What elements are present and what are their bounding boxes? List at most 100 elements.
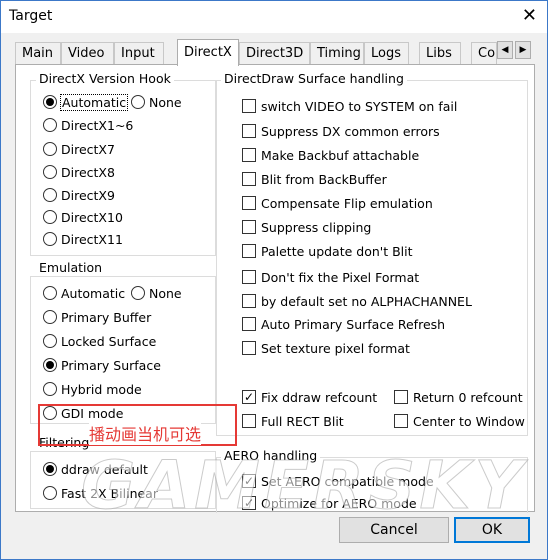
version-dx8-radio[interactable]: DirectX8 xyxy=(43,163,115,181)
ddraw-option-checkbox[interactable]: Palette update don't Blit xyxy=(242,242,413,260)
version-dx7-radio[interactable]: DirectX7 xyxy=(43,140,115,158)
checkbox-box xyxy=(242,172,256,186)
ddraw-option-checkbox[interactable]: Auto Primary Surface Refresh xyxy=(242,315,445,333)
ddraw-option-checkbox[interactable]: switch VIDEO to SYSTEM on fail xyxy=(242,97,457,115)
arrow-right-icon[interactable]: ▶ xyxy=(515,41,531,59)
version-dx11-radio[interactable]: DirectX11 xyxy=(43,230,123,248)
ddraw-option-checkbox[interactable]: Make Backbuf attachable xyxy=(242,146,419,164)
ok-button[interactable]: OK xyxy=(454,517,530,543)
tab-logs[interactable]: Logs xyxy=(364,42,409,65)
radio-label: Fast 2X Bilinear xyxy=(61,485,158,501)
radio-indicator xyxy=(43,188,57,202)
radio-label: Locked Surface xyxy=(61,333,157,349)
checkbox-label: switch VIDEO to SYSTEM on fail xyxy=(261,98,458,114)
checkbox-label: Auto Primary Surface Refresh xyxy=(261,316,446,332)
ddraw-option-checkbox[interactable]: Don't fix the Pixel Format xyxy=(242,268,419,286)
radio-indicator xyxy=(43,286,57,300)
radio-label: DirectX1~6 xyxy=(61,117,134,133)
tab-input[interactable]: Input xyxy=(114,42,164,65)
emulation-none-radio[interactable]: None xyxy=(131,284,182,302)
checkbox-label: Return 0 refcount xyxy=(413,389,523,405)
tab-directx[interactable]: DirectX xyxy=(177,39,239,66)
checkbox-box xyxy=(242,294,256,308)
radio-label: DirectX7 xyxy=(61,141,115,157)
radio-label: DirectX9 xyxy=(61,187,115,203)
cancel-button[interactable]: Cancel xyxy=(339,517,449,543)
radio-indicator xyxy=(131,286,145,300)
version-dx1-6-radio[interactable]: DirectX1~6 xyxy=(43,116,133,134)
checkbox-box xyxy=(242,414,256,428)
emulation-hybrid-mode-radio[interactable]: Hybrid mode xyxy=(43,380,142,398)
checkbox-box xyxy=(242,317,256,331)
version-dx10-radio[interactable]: DirectX10 xyxy=(43,208,123,226)
checkbox-label: Blit from BackBuffer xyxy=(261,171,387,187)
filtering-fast-2x-bilinear-radio[interactable]: Fast 2X Bilinear xyxy=(43,484,158,502)
checkbox-label: Optimize for AERO mode xyxy=(261,495,417,511)
radio-selected-indicator xyxy=(43,462,57,476)
center-to-window-checkbox[interactable]: Center to Window xyxy=(394,412,525,430)
emulation-primary-buffer-radio[interactable]: Primary Buffer xyxy=(43,308,151,326)
checkbox-box xyxy=(242,99,256,113)
radio-label: DirectX8 xyxy=(61,164,115,180)
radio-selected-indicator xyxy=(43,95,57,109)
checkbox-box xyxy=(394,390,408,404)
radio-label: DirectX11 xyxy=(61,231,123,247)
tab-compat-partial[interactable]: Co xyxy=(471,42,497,65)
fix-ddraw-refcount-checkbox[interactable]: ✓ Fix ddraw refcount xyxy=(242,388,377,406)
checkbox-box xyxy=(242,196,256,210)
radio-label: None xyxy=(149,94,182,110)
version-dx9-radio[interactable]: DirectX9 xyxy=(43,186,115,204)
checkbox-box xyxy=(242,124,256,138)
close-icon[interactable]: ✕ xyxy=(522,5,537,27)
ddraw-option-checkbox[interactable]: Set texture pixel format xyxy=(242,339,410,357)
check-mark-icon: ✓ xyxy=(242,390,256,404)
emulation-primary-surface-radio[interactable]: Primary Surface xyxy=(43,356,161,374)
checkbox-label: Compensate Flip emulation xyxy=(261,195,433,211)
tab-main[interactable]: Main xyxy=(15,42,61,65)
checkbox-label: Center to Window xyxy=(413,413,525,429)
tab-timing[interactable]: Timing xyxy=(310,42,364,65)
checkbox-box xyxy=(242,270,256,284)
filtering-ddraw-default-radio[interactable]: ddraw default xyxy=(43,460,148,478)
radio-indicator xyxy=(43,486,57,500)
checkbox-label: Set AERO compatible mode xyxy=(261,473,434,489)
aero-optimize-checkbox[interactable]: ✓ Optimize for AERO mode xyxy=(242,495,417,511)
checkbox-label: Don't fix the Pixel Format xyxy=(261,269,420,285)
ddraw-option-checkbox[interactable]: Suppress DX common errors xyxy=(242,122,440,140)
radio-label: Hybrid mode xyxy=(61,381,142,397)
version-automatic-radio[interactable]: Automatic xyxy=(43,93,129,111)
dialog-window: Target ✕ Main Video Input DirectX Direct… xyxy=(0,0,548,560)
checkbox-label: Full RECT Blit xyxy=(261,413,344,429)
emulation-automatic-radio[interactable]: Automatic xyxy=(43,284,125,302)
radio-label: Automatic xyxy=(61,285,126,301)
version-none-radio[interactable]: None xyxy=(131,93,182,111)
tab-direct3d[interactable]: Direct3D xyxy=(239,42,310,65)
ddraw-option-checkbox[interactable]: Compensate Flip emulation xyxy=(242,194,433,212)
checkbox-label: by default set no ALPHACHANNEL xyxy=(261,293,472,309)
checkbox-label: Make Backbuf attachable xyxy=(261,147,420,163)
checkbox-box xyxy=(242,244,256,258)
arrow-left-icon[interactable]: ◀ xyxy=(497,41,513,59)
ddraw-option-checkbox[interactable]: Blit from BackBuffer xyxy=(242,170,387,188)
tab-libs[interactable]: Libs xyxy=(419,42,461,65)
return-0-refcount-checkbox[interactable]: Return 0 refcount xyxy=(394,388,523,406)
ddraw-option-checkbox[interactable]: Suppress clipping xyxy=(242,218,371,236)
radio-label: Primary Surface xyxy=(61,357,161,373)
radio-label: None xyxy=(149,285,182,301)
checkbox-label: Suppress clipping xyxy=(261,219,372,235)
full-rect-blit-checkbox[interactable]: Full RECT Blit xyxy=(242,412,344,430)
ddraw-label: DirectDraw Surface handling xyxy=(221,71,407,86)
radio-indicator xyxy=(43,118,57,132)
emulation-locked-surface-radio[interactable]: Locked Surface xyxy=(43,332,156,350)
radio-label: ddraw default xyxy=(61,461,148,477)
tab-video[interactable]: Video xyxy=(61,42,114,65)
radio-indicator xyxy=(43,165,57,179)
check-mark-icon: ✓ xyxy=(242,474,256,488)
checkbox-label: Set texture pixel format xyxy=(261,340,410,356)
radio-label: Primary Buffer xyxy=(61,309,152,325)
ddraw-option-checkbox[interactable]: by default set no ALPHACHANNEL xyxy=(242,292,472,310)
title-bar[interactable]: Target ✕ xyxy=(1,1,547,33)
aero-compatible-mode-checkbox[interactable]: ✓ Set AERO compatible mode xyxy=(242,472,434,490)
radio-label: DirectX10 xyxy=(61,209,123,225)
radio-indicator xyxy=(43,382,57,396)
